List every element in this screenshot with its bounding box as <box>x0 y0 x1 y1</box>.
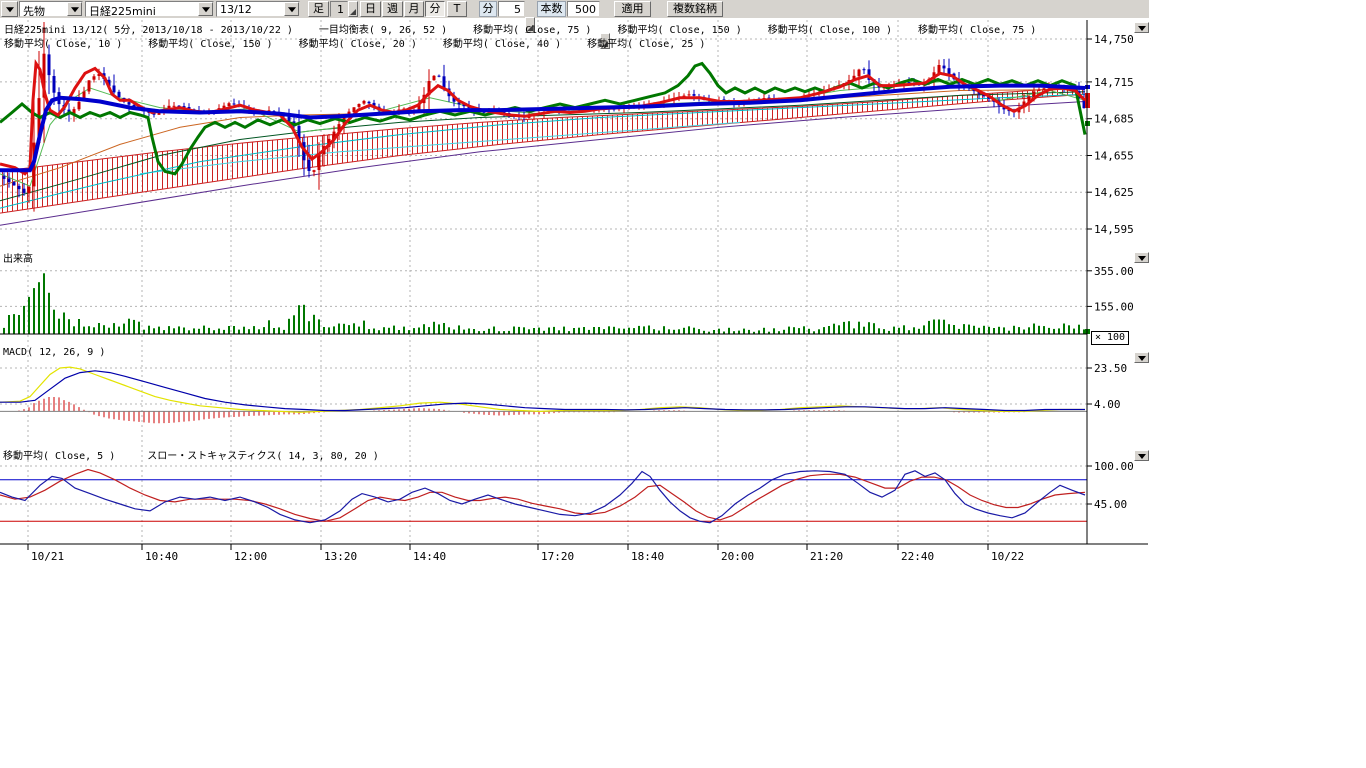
stoch-label: スロー・ストキャスティクス( 14, 3, 80, 20 ) <box>147 451 378 462</box>
axis-tick-label: 23.50 <box>1094 362 1127 375</box>
time-axis-label: 10/22 <box>991 550 1024 563</box>
time-axis-label: 22:40 <box>901 550 934 563</box>
chevron-down-icon <box>1138 356 1146 361</box>
volume-multiplier-badge: × 100 <box>1091 331 1129 345</box>
time-axis-label: 10/21 <box>31 550 64 563</box>
time-axis-label: 12:00 <box>234 550 267 563</box>
stochastics-pane <box>0 470 1087 523</box>
time-axis-label: 21:20 <box>810 550 843 563</box>
ichimoku-cloud <box>0 87 1085 213</box>
time-axis-label: 20:00 <box>721 550 754 563</box>
stoch-ma-label: 移動平均( Close, 5 ) <box>3 451 115 462</box>
volume-pane-menu-button[interactable] <box>1134 252 1149 263</box>
legend-item: 移動平均( Close, 150 ) <box>148 39 272 50</box>
axis-tick-label: 14,625 <box>1094 186 1134 199</box>
legend-item: 移動平均( Close, 100 ) <box>768 25 892 36</box>
macd-pane-menu-button[interactable] <box>1134 352 1149 363</box>
legend-item: 移動平均( Close, 10 ) <box>4 39 122 50</box>
time-axis-label: 18:40 <box>631 550 664 563</box>
price-chart: 14,750 14,715 14,685 14,655 14,625 14,595 355.… <box>0 0 1170 580</box>
time-axis-label: 14:40 <box>413 550 446 563</box>
axis-tick-label: 155.00 <box>1094 300 1134 313</box>
axis-tick-label: 355.00 <box>1094 265 1134 278</box>
time-axis-label: 10:40 <box>145 550 178 563</box>
chevron-down-icon <box>1138 454 1146 459</box>
legend-item: 移動平均( Close, 40 ) <box>443 39 561 50</box>
legend-item: 移動平均( Close, 25 ) <box>587 39 705 50</box>
axis-tick-label: 14,595 <box>1094 223 1134 236</box>
indicator-legend-line1: 日経225mini 13/12( 5分, 2013/10/18 - 2013/1… <box>4 21 1062 36</box>
indicator-legend-line2: 移動平均( Close, 10 ) 移動平均( Close, 150 ) 移動平均(… <box>4 35 731 50</box>
chevron-down-icon <box>1138 256 1146 261</box>
axis-tick-label: 4.00 <box>1094 398 1121 411</box>
axis-tick-label: 14,655 <box>1094 150 1134 163</box>
legend-item: 移動平均( Close, 20 ) <box>299 39 417 50</box>
macd-pane <box>0 367 1087 423</box>
stoch-pane-menu-button[interactable] <box>1134 450 1149 461</box>
axis-tick-label: 14,685 <box>1094 113 1134 126</box>
macd-pane-label: MACD( 12, 26, 9 ) <box>3 347 105 358</box>
axis-tick-label: 45.00 <box>1094 498 1127 511</box>
time-axis-label: 13:20 <box>324 550 357 563</box>
stochastics-pane-label: 移動平均( Close, 5 ) スロー・ストキャスティクス( 14, 3, 8… <box>3 447 379 462</box>
chevron-down-icon <box>1138 26 1146 31</box>
axis-tick-label: 14,715 <box>1094 76 1134 89</box>
time-axis-label: 17:20 <box>541 550 574 563</box>
trading-app-window: { "toolbar": { "instrument_type": "先物", … <box>0 0 1366 768</box>
axis-tick-label: 14,750 <box>1094 33 1134 46</box>
price-pane-menu-button[interactable] <box>1134 22 1149 33</box>
volume-bars <box>3 273 1085 334</box>
legend-item: 移動平均( Close, 75 ) <box>918 25 1036 36</box>
axis-tick-label: 100.00 <box>1094 460 1134 473</box>
volume-pane-label: 出来高 <box>3 250 33 265</box>
